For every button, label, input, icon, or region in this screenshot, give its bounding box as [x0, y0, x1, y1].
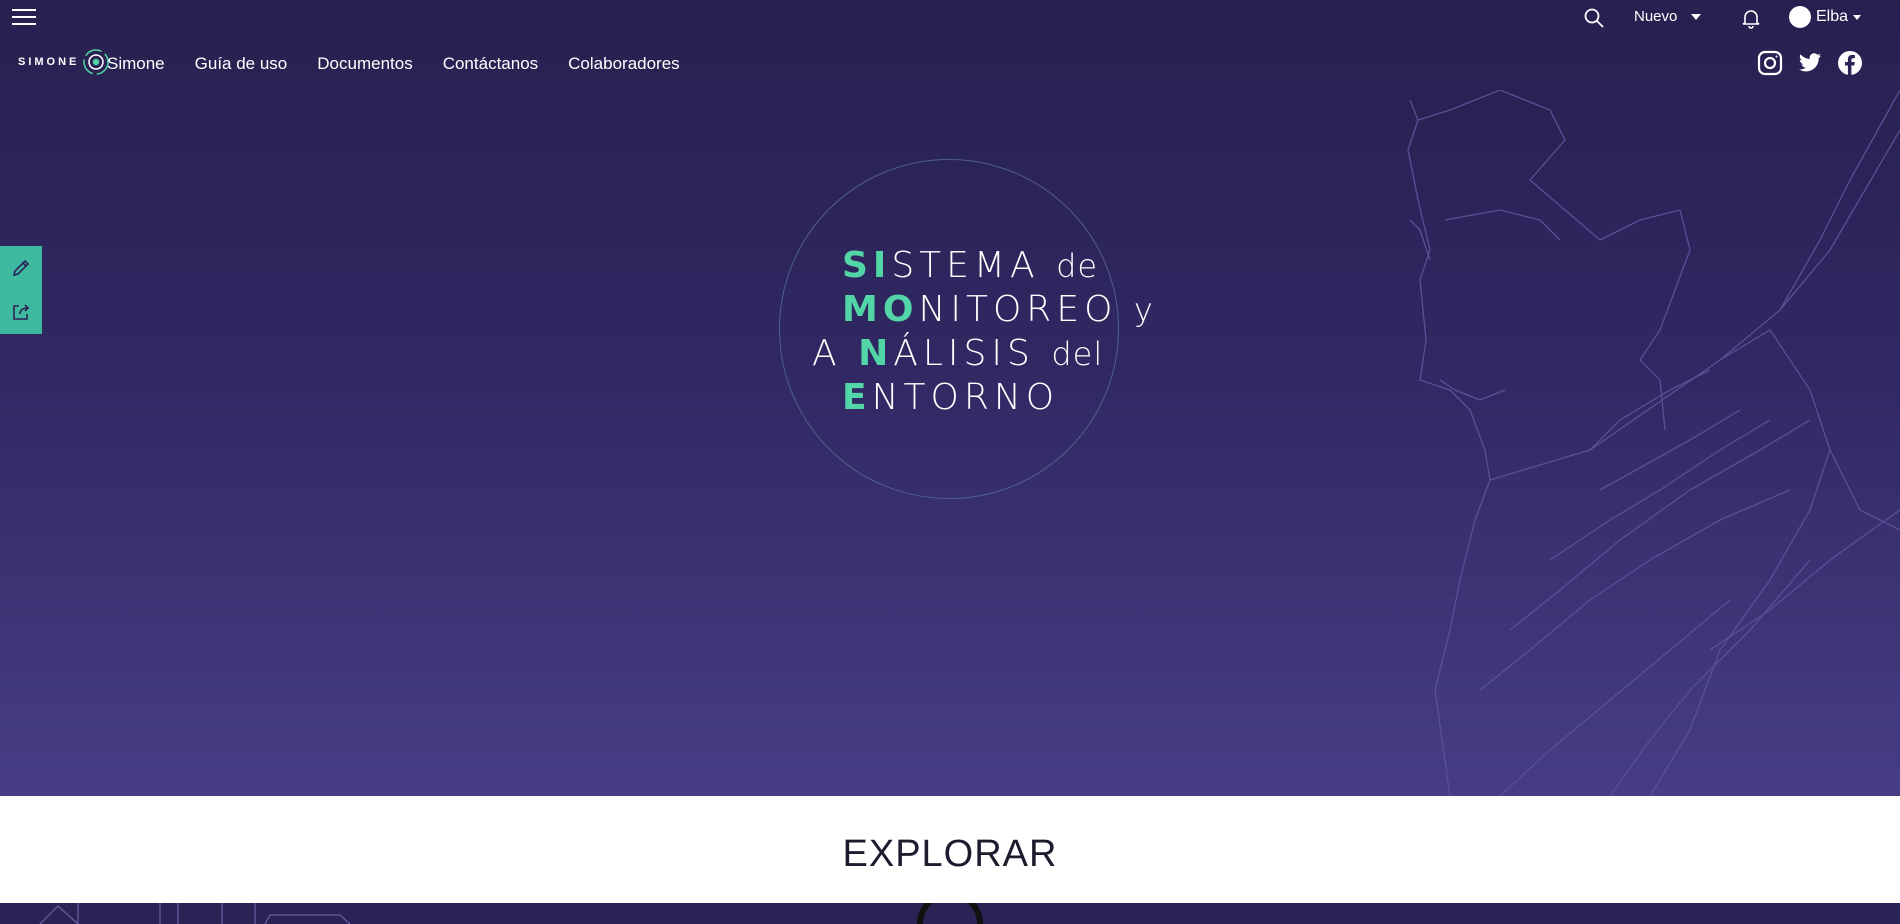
chevron-down-icon [1853, 14, 1862, 20]
hero-section: Nuevo Elba SIMONE Simone Guía de uso Doc… [0, 0, 1900, 796]
acronym-highlight: MO [842, 289, 919, 330]
twitter-icon[interactable] [1797, 50, 1823, 76]
share-icon[interactable] [0, 290, 42, 334]
explore-title: EXPLORAR [842, 833, 1058, 875]
acronym-small: del [1051, 335, 1104, 373]
acronym-highlight: E [842, 377, 872, 418]
hamburger-icon[interactable] [12, 5, 36, 27]
nav-link-simone[interactable]: Simone [107, 54, 165, 74]
acronym-line-2: MONITOREO y [812, 288, 1154, 332]
main-nav: SIMONE Simone Guía de uso Documentos Con… [0, 44, 1900, 84]
user-name: Elba [1816, 8, 1849, 25]
decorative-lines [39, 903, 983, 924]
logo-text: SIMONE [18, 56, 80, 68]
nav-link-documentos[interactable]: Documentos [317, 54, 412, 74]
site-logo[interactable]: SIMONE [18, 47, 111, 77]
acronym-text: ÁLISIS [893, 333, 1035, 374]
acronym-small: de [1056, 247, 1099, 285]
pencil-icon[interactable] [0, 246, 42, 290]
acronym-line-1: SISTEMA de [812, 244, 1154, 288]
facebook-icon[interactable] [1837, 50, 1863, 76]
chevron-down-icon [1691, 13, 1702, 20]
nav-link-colaboradores[interactable]: Colaboradores [568, 54, 680, 74]
acronym-text: A [812, 333, 842, 374]
acronym-text: NTORNO [871, 377, 1060, 418]
new-label: Nuevo [1634, 8, 1678, 25]
acronym-highlight: SI [842, 245, 892, 286]
nav-link-guia-de-uso[interactable]: Guía de uso [195, 54, 288, 74]
acronym-text: NITOREO [918, 289, 1118, 330]
user-menu[interactable]: Elba [1789, 6, 1862, 28]
acronym-highlight: N [858, 333, 894, 374]
side-toolbar [0, 246, 42, 334]
nav-link-contactanos[interactable]: Contáctanos [443, 54, 538, 74]
acronym-line-4: ENTORNO [812, 376, 1154, 419]
explore-section: EXPLORAR [0, 796, 1900, 903]
acronym-small: y [1133, 291, 1154, 329]
social-links [1757, 50, 1863, 76]
explore-illustration-strip [0, 903, 1900, 924]
avatar [1789, 6, 1811, 28]
nav-links: Simone Guía de uso Documentos Contáctano… [107, 54, 680, 74]
acronym-text: STEMA [891, 245, 1040, 286]
search-icon[interactable] [1583, 7, 1605, 29]
instagram-icon[interactable] [1757, 50, 1783, 76]
admin-bar: Nuevo Elba [0, 0, 1900, 36]
portrait-illustration [1407, 90, 1900, 796]
acronym-line-3: A NÁLISIS del [812, 332, 1154, 376]
new-button[interactable]: Nuevo [1634, 8, 1702, 25]
bell-icon[interactable] [1740, 7, 1762, 29]
hero-acronym: SISTEMA de MONITOREO y A NÁLISIS del ENT… [812, 244, 1154, 419]
